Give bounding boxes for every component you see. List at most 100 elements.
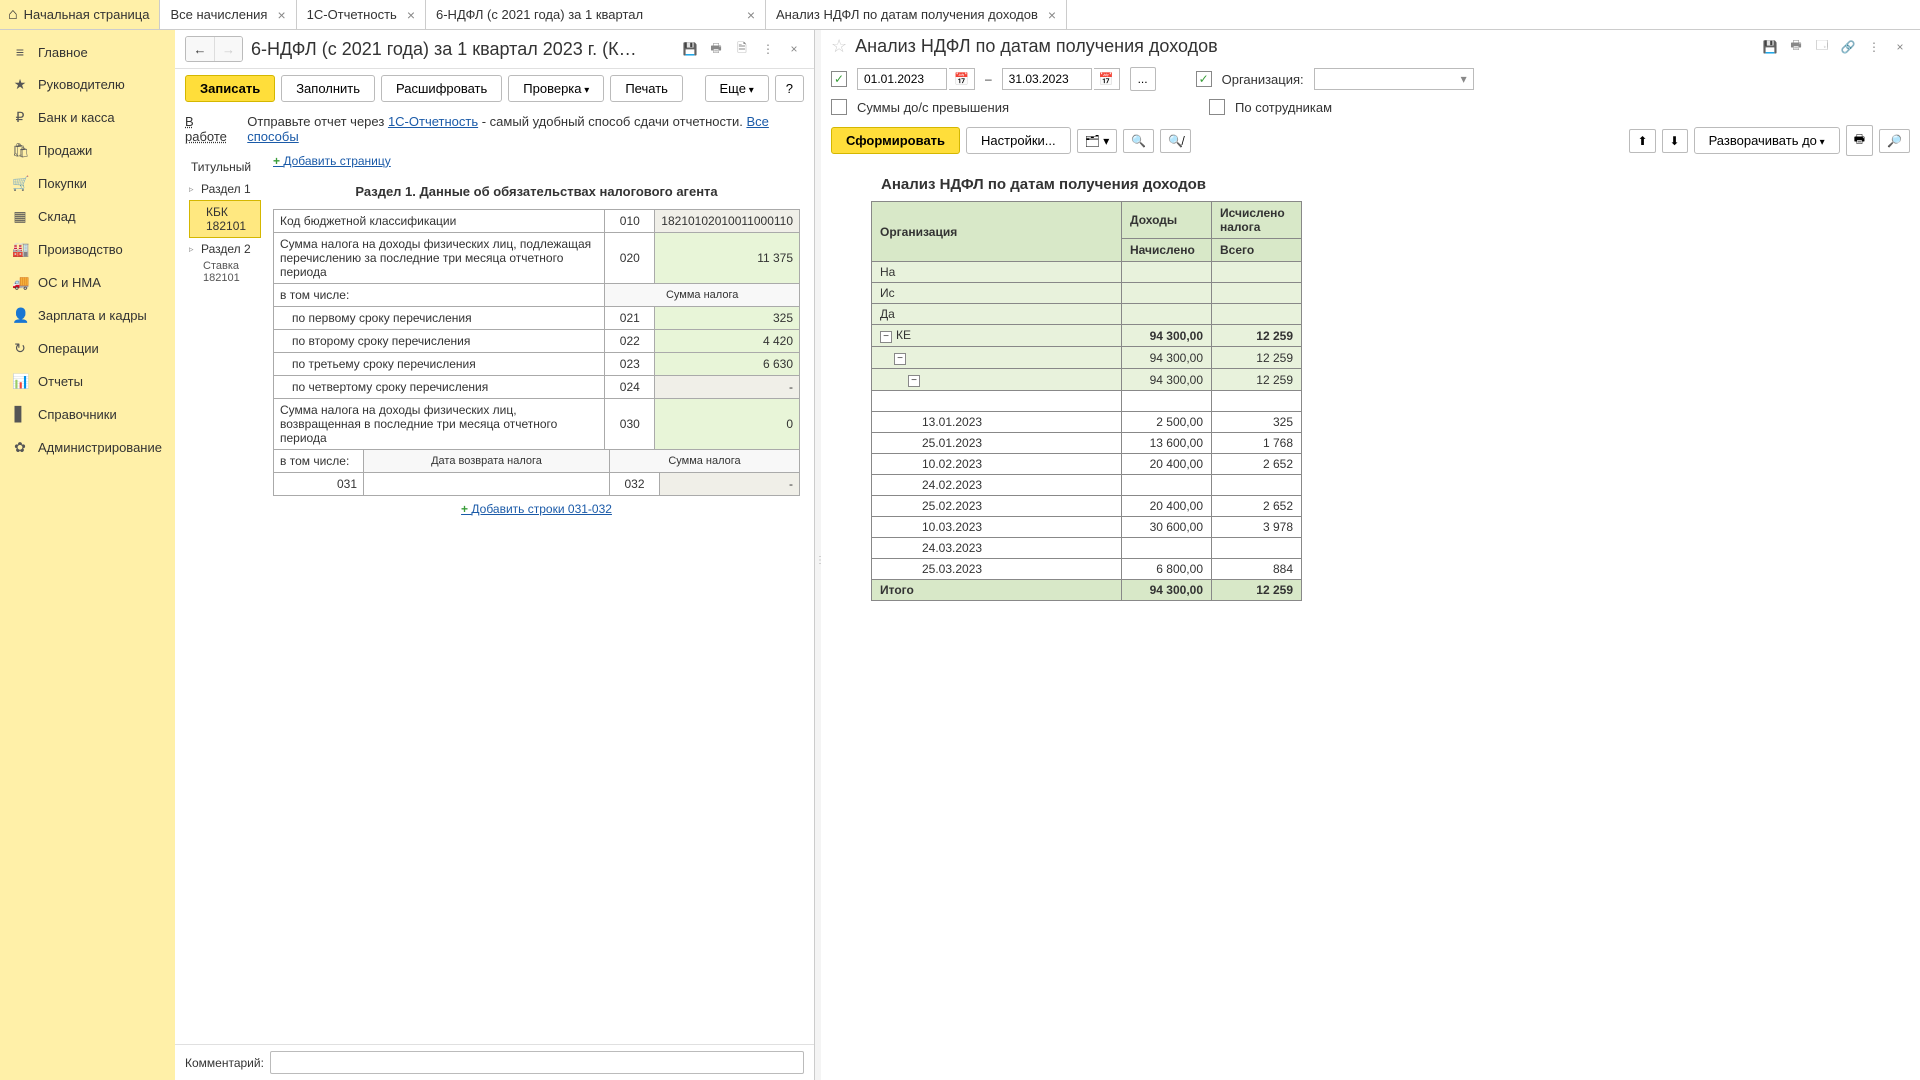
more-button[interactable]: Еще — [705, 75, 769, 102]
add-rows-link[interactable]: Добавить строки 031-032 — [461, 502, 612, 516]
date-header: Дата возврата налога — [364, 450, 610, 473]
sidebar-item-production[interactable]: 🏭Производство — [0, 233, 175, 266]
bag-icon: 🛍 — [12, 142, 28, 159]
print-icon[interactable]: 🖶 — [706, 39, 726, 59]
sidebar-item-bank[interactable]: ₽Банк и касса — [0, 101, 175, 134]
row-032-value[interactable]: - — [660, 473, 800, 496]
decode-button[interactable]: Расшифровать — [381, 75, 502, 102]
tree-toggle-icon[interactable]: − — [880, 331, 892, 343]
tree-toggle-icon[interactable]: − — [894, 353, 906, 365]
row-023-value[interactable]: 6 630 — [655, 353, 800, 376]
row-010-value[interactable]: 18210102010011000110 — [655, 210, 800, 233]
add-page-link[interactable]: Добавить страницу — [273, 154, 391, 168]
save-button[interactable]: Записать — [185, 75, 275, 102]
row-021-value[interactable]: 325 — [655, 307, 800, 330]
sidebar-item-main[interactable]: ≡Главное — [0, 36, 175, 68]
expand-to-button[interactable]: Разворачивать до — [1694, 127, 1840, 154]
nav-section2[interactable]: Раздел 2 — [189, 238, 261, 260]
sums-checkbox[interactable] — [831, 99, 847, 115]
find-button[interactable]: 🔍 — [1123, 129, 1154, 153]
save-icon[interactable]: 💾 — [680, 39, 700, 59]
include-label-2: в том числе: — [274, 450, 364, 473]
nav-kbk[interactable]: КБК 182101 — [189, 200, 261, 238]
report-zoom-button[interactable]: 🔎 — [1879, 129, 1910, 153]
comment-input[interactable] — [270, 1051, 804, 1074]
period-checkbox[interactable] — [831, 71, 847, 87]
close-icon[interactable]: × — [407, 7, 415, 23]
tab-1c-reporting[interactable]: 1С-Отчетность × — [297, 0, 426, 29]
print-button[interactable]: Печать — [610, 75, 683, 102]
settings-button[interactable]: Настройки... — [966, 127, 1071, 154]
close-icon[interactable]: × — [784, 39, 804, 59]
find-cancel-button[interactable]: 🔍̸ — [1160, 129, 1191, 153]
expand-button[interactable]: ⬇ — [1662, 129, 1688, 153]
row-022-value[interactable]: 4 420 — [655, 330, 800, 353]
print-icon[interactable]: 🖶 — [1786, 37, 1806, 57]
group-row[interactable]: −КЕ — [872, 325, 1122, 347]
row-024-value[interactable]: - — [655, 376, 800, 399]
preview-icon[interactable]: 🗎 — [732, 39, 752, 59]
sidebar-item-payroll[interactable]: 👤Зарплата и кадры — [0, 299, 175, 332]
nav-rate[interactable]: Ставка 182101 — [189, 260, 261, 284]
print-report-button[interactable]: 🖶 — [1846, 125, 1873, 156]
org-label: Организация: — [1222, 72, 1304, 87]
org-select[interactable]: ▾ — [1314, 68, 1474, 90]
menu-dots-icon[interactable]: ⋮ — [758, 39, 778, 59]
close-icon[interactable]: × — [747, 7, 755, 23]
save-icon[interactable]: 💾 — [1760, 37, 1780, 57]
by-employee-checkbox[interactable] — [1209, 99, 1225, 115]
variants-button[interactable]: 🗂 ▾ — [1077, 129, 1118, 153]
sidebar-item-catalogs[interactable]: ▋Справочники — [0, 398, 175, 431]
nav-title-page[interactable]: Титульный — [189, 156, 261, 178]
date-to-input[interactable] — [1002, 68, 1092, 90]
forward-button[interactable]: → — [214, 37, 242, 61]
row-030-value[interactable]: 0 — [655, 399, 800, 450]
collapse-button[interactable]: ⬆ — [1629, 129, 1655, 153]
sidebar-item-sales[interactable]: 🛍 Продажи — [0, 134, 175, 167]
sidebar-item-warehouse[interactable]: ▦Склад — [0, 200, 175, 233]
report-area[interactable]: Анализ НДФЛ по датам получения доходов О… — [821, 162, 1920, 1080]
subgroup-row[interactable]: − — [872, 347, 1122, 369]
row-020-value[interactable]: 11 375 — [655, 233, 800, 284]
row-024-label: по четвертому сроку перечисления — [274, 376, 605, 399]
link-1c-reporting[interactable]: 1С-Отчетность — [388, 114, 478, 129]
sidebar-item-reports[interactable]: 📊Отчеты — [0, 365, 175, 398]
period-picker-button[interactable]: ... — [1130, 67, 1156, 91]
sidebar-item-manager[interactable]: ★Руководителю — [0, 68, 175, 101]
splitter[interactable] — [815, 30, 821, 1080]
tab-home[interactable]: Начальная страница — [0, 0, 160, 29]
right-header: ☆ Анализ НДФЛ по датам получения доходов… — [821, 30, 1920, 63]
back-button[interactable]: ← — [186, 37, 214, 61]
fill-button[interactable]: Заполнить — [281, 75, 375, 102]
sidebar-label: Продажи — [38, 143, 92, 158]
close-icon[interactable]: × — [277, 7, 285, 23]
star-icon[interactable]: ☆ — [831, 36, 847, 57]
close-icon[interactable]: × — [1048, 7, 1056, 23]
row-031-date[interactable] — [364, 473, 610, 496]
sidebar-item-assets[interactable]: 🚚ОС и НМА — [0, 266, 175, 299]
tab-6ndfl[interactable]: 6-НДФЛ (с 2021 года) за 1 квартал × — [426, 0, 766, 29]
link-icon[interactable]: 🔗 — [1838, 37, 1858, 57]
help-button[interactable]: ? — [775, 75, 804, 102]
tree-toggle-icon[interactable]: − — [908, 375, 920, 387]
date-from-input[interactable] — [857, 68, 947, 90]
preview-icon[interactable]: 🗔 — [1812, 37, 1832, 57]
sidebar-item-admin[interactable]: ✿Администрирование — [0, 431, 175, 464]
detail-tax: 325 — [1212, 412, 1302, 433]
menu-dots-icon[interactable]: ⋮ — [1864, 37, 1884, 57]
nav-section1[interactable]: Раздел 1 — [189, 178, 261, 200]
stub-row: Да — [872, 304, 1122, 325]
sidebar-item-purchases[interactable]: 🛒Покупки — [0, 167, 175, 200]
tab-ndfl-analysis[interactable]: Анализ НДФЛ по датам получения доходов × — [766, 0, 1067, 29]
org-checkbox[interactable] — [1196, 71, 1212, 87]
tab-accruals[interactable]: Все начисления × — [160, 0, 296, 29]
form-button[interactable]: Сформировать — [831, 127, 960, 154]
close-icon[interactable]: × — [1890, 37, 1910, 57]
detail-tax — [1212, 475, 1302, 496]
sidebar-item-operations[interactable]: ↻Операции — [0, 332, 175, 365]
status-link[interactable]: В работе — [185, 114, 233, 144]
calendar-icon[interactable]: 📅 — [1094, 68, 1120, 90]
subgroup-row-2[interactable]: − — [872, 369, 1122, 391]
check-button[interactable]: Проверка — [508, 75, 604, 102]
calendar-icon[interactable]: 📅 — [949, 68, 975, 90]
